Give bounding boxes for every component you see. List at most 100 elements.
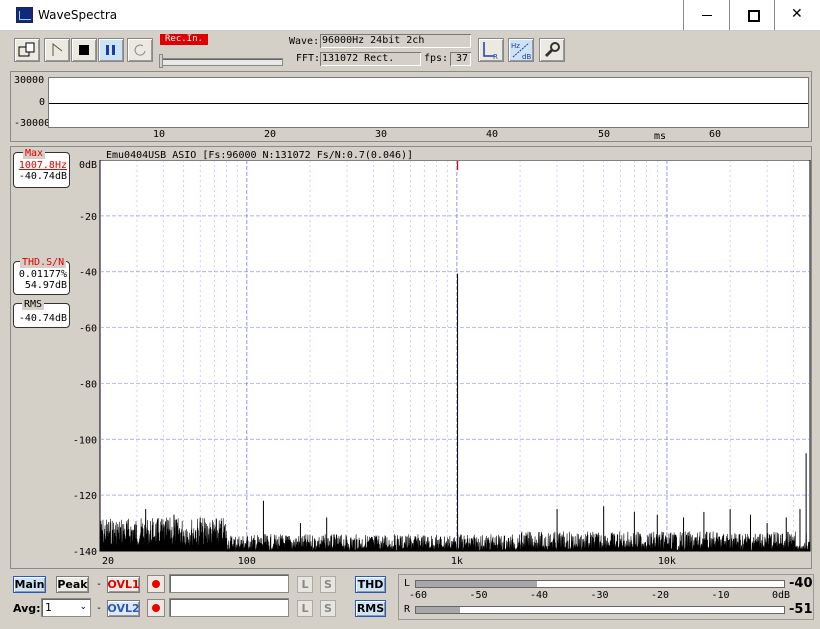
x-tick-label: 20 xyxy=(102,556,114,567)
hz-db-button[interactable]: Hz dB xyxy=(508,38,534,62)
y-tick-label: -140 xyxy=(73,547,97,558)
peak-button[interactable]: Peak xyxy=(56,576,89,593)
x-tick-label: 1k xyxy=(451,556,463,567)
ovl2-name-field[interactable] xyxy=(169,598,289,617)
ovl1-load-button[interactable]: L xyxy=(297,576,313,593)
wave-x-tick: 30 xyxy=(375,129,388,140)
rms-title: RMS xyxy=(22,299,45,310)
y-tick-label: -120 xyxy=(73,491,97,502)
fps-label: fps: xyxy=(424,53,449,64)
thd-value: 0.01177% xyxy=(18,269,67,280)
x-tick-label: 10k xyxy=(658,556,676,567)
max-level: -40.74dB xyxy=(18,171,67,182)
ovl1-button[interactable]: OVL1 xyxy=(107,576,140,593)
stop-button[interactable] xyxy=(71,38,97,62)
stop-icon xyxy=(79,45,89,55)
ovl2-button[interactable]: OVL2 xyxy=(107,600,140,617)
level-meter-panel: L -40 -60 -50 -40 -30 -20 -10 0dB R -51 xyxy=(398,574,814,620)
replay-button[interactable] xyxy=(127,38,153,62)
title-bar: WaveSpectra ✕ xyxy=(0,0,820,31)
svg-text:R: R xyxy=(493,53,498,60)
thd-box: THD.S/N 0.01177% 54.97dB xyxy=(13,257,70,295)
meter-l-fill xyxy=(416,581,538,587)
dash-separator: - xyxy=(96,603,103,614)
fft-label: FFT: xyxy=(296,53,321,64)
meter-scale-tick: -60 xyxy=(409,590,428,601)
max-box: Max 1007.8Hz -40.74dB xyxy=(13,148,70,188)
flag-icon xyxy=(52,42,63,56)
meter-scale-tick: 0dB xyxy=(772,590,791,601)
settings-button[interactable] xyxy=(539,38,565,62)
y-tick-label: -40 xyxy=(79,268,97,279)
position-slider-track[interactable] xyxy=(161,58,283,66)
dash-separator: - xyxy=(96,579,103,590)
channel-lr-button[interactable]: R xyxy=(478,38,504,62)
meter-l-label: L xyxy=(404,578,411,589)
avg-select-value: 1 xyxy=(45,601,52,614)
close-icon: ✕ xyxy=(791,6,803,22)
y-tick-label: 0dB xyxy=(79,160,97,171)
meter-scale-tick: -20 xyxy=(651,590,670,601)
y-tick-label: -60 xyxy=(79,324,97,335)
open-file-button[interactable] xyxy=(14,38,40,62)
hz-db-icon: HzdB xyxy=(511,42,531,60)
plot-area xyxy=(99,159,811,552)
meter-scale-tick: -40 xyxy=(530,590,549,601)
chevron-down-icon: ⌄ xyxy=(79,602,87,612)
meter-l-bar xyxy=(415,580,785,588)
wave-x-tick: 20 xyxy=(264,129,277,140)
wave-x-tick: 60 xyxy=(709,129,722,140)
wave-y-tick: -30000 xyxy=(14,118,51,129)
waveform-trace xyxy=(49,103,808,104)
position-slider-handle[interactable] xyxy=(159,54,163,68)
fft-size-field: 131072 Rect. xyxy=(320,52,421,66)
pause-button[interactable] xyxy=(98,38,124,62)
rec-status-badge: Rec.In. xyxy=(160,34,208,45)
wave-x-tick: 10 xyxy=(153,129,166,140)
meter-l-value: -40 xyxy=(789,576,813,591)
meter-scale-tick: -30 xyxy=(590,590,609,601)
wave-x-tick: 50 xyxy=(598,129,611,140)
sn-value: 54.97dB xyxy=(24,280,67,291)
wave-y-tick: 30000 xyxy=(14,75,45,86)
ovl2-record-button[interactable] xyxy=(147,599,165,617)
max-freq: 1007.8Hz xyxy=(18,160,67,171)
avg-select[interactable]: 1 ⌄ xyxy=(41,598,91,617)
waveform-plot[interactable] xyxy=(48,77,809,128)
pause-icon xyxy=(106,45,115,55)
meter-r-bar xyxy=(415,606,785,614)
x-tick-label: 100 xyxy=(238,556,256,567)
avg-label: Avg: xyxy=(13,602,41,615)
y-tick-label: -20 xyxy=(79,212,97,223)
window-title: WaveSpectra xyxy=(38,8,118,22)
thd-button[interactable]: THD xyxy=(355,576,386,593)
close-button[interactable]: ✕ xyxy=(774,0,820,30)
ovl1-record-button[interactable] xyxy=(147,575,165,593)
rms-value: -40.74dB xyxy=(18,313,67,324)
wave-y-tick: 0 xyxy=(39,97,46,108)
lr-channel-icon: R xyxy=(483,42,498,60)
y-tick-label: -80 xyxy=(79,379,97,390)
meter-r-value: -51 xyxy=(789,602,813,617)
ovl2-load-button[interactable]: L xyxy=(297,600,313,617)
main-button[interactable]: Main xyxy=(13,576,46,593)
ovl1-name-field[interactable] xyxy=(169,574,289,593)
ovl1-save-button[interactable]: S xyxy=(320,576,336,593)
spectrum-svg[interactable]: 0dB -20 -40 -60 -80 -100 -120 -140 20 100 1k 10k xyxy=(72,159,812,568)
meter-r-label: R xyxy=(404,604,411,615)
meter-r-fill xyxy=(416,607,461,613)
minimize-button[interactable] xyxy=(683,0,729,30)
y-tick-label: -100 xyxy=(73,435,97,446)
max-title: Max xyxy=(23,148,46,159)
open-file-icon xyxy=(18,42,35,57)
mark-button[interactable] xyxy=(44,38,70,62)
spectrum-chart: 0dB -20 -40 -60 -80 -100 -120 -140 20 100 1k 10k xyxy=(72,159,812,568)
wrench-icon xyxy=(544,42,560,58)
meter-scale-tick: -50 xyxy=(469,590,488,601)
thd-title: THD.S/N xyxy=(20,257,67,268)
maximize-button[interactable] xyxy=(729,0,775,30)
rms-button[interactable]: RMS xyxy=(355,600,386,617)
ovl2-save-button[interactable]: S xyxy=(320,600,336,617)
wave-format-field: 96000Hz 24bit 2ch xyxy=(320,34,471,48)
replay-icon xyxy=(134,44,146,56)
